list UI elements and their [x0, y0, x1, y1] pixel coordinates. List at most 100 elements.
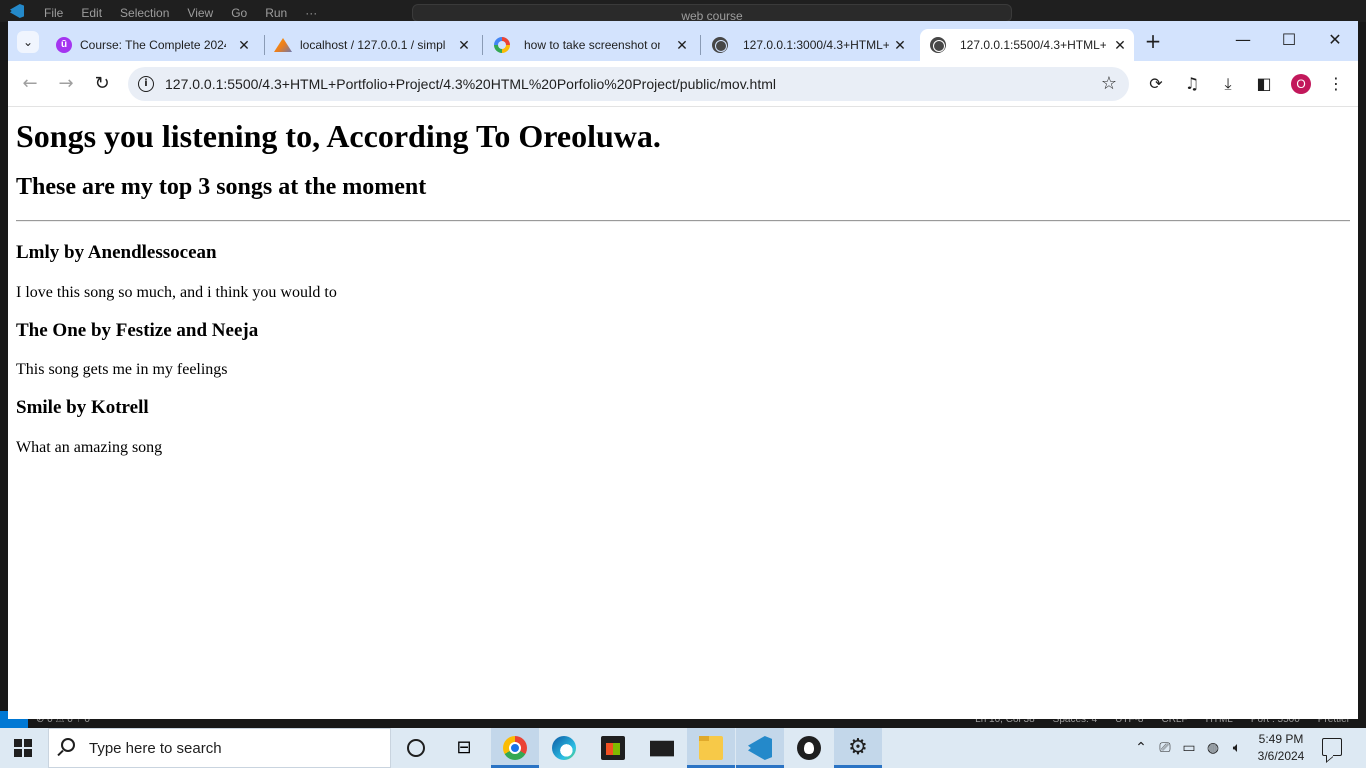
profile-avatar[interactable]: O	[1291, 74, 1311, 94]
tab-separator	[264, 35, 265, 55]
cortana-icon	[407, 739, 425, 757]
new-tab-button[interactable]: +	[1143, 31, 1163, 51]
url-text[interactable]: 127.0.0.1:5500/4.3+HTML+Portfolio+Projec…	[165, 76, 776, 92]
vscode-menu-edit[interactable]: Edit	[81, 6, 102, 20]
maximize-button[interactable]: ☐	[1275, 29, 1303, 51]
tab-localhost-3000[interactable]: 127.0.0.1:3000/4.3+HTML+F ✕	[702, 29, 914, 61]
chevron-down-icon: ⌄	[22, 35, 34, 49]
vscode-menu-run[interactable]: Run	[265, 6, 287, 20]
cortana-button[interactable]	[392, 728, 440, 768]
horizontal-rule	[16, 220, 1350, 222]
edge-icon	[552, 736, 576, 760]
close-icon[interactable]: ✕	[1112, 37, 1128, 53]
tab-search-button[interactable]: ⌄	[17, 31, 39, 53]
vscode-menu-more[interactable]: ···	[305, 6, 317, 20]
extension-button[interactable]: ⟳	[1144, 72, 1168, 96]
close-icon[interactable]: ✕	[456, 37, 472, 53]
device-icon: ⎚	[1159, 740, 1171, 756]
show-hidden-icons-button[interactable]: ⌃	[1129, 728, 1153, 768]
taskbar-chrome[interactable]	[491, 728, 539, 768]
battery-icon: ▭	[1182, 740, 1196, 756]
taskbar-edge[interactable]	[540, 728, 588, 768]
download-icon: ⤓	[1224, 74, 1232, 93]
taskbar-clock[interactable]: 5:49 PM 3/6/2024	[1252, 731, 1310, 765]
speaker-icon: 🔈︎	[1232, 740, 1242, 756]
song-title: Smile by Kotrell	[16, 397, 149, 418]
address-bar[interactable]: i 127.0.0.1:5500/4.3+HTML+Portfolio+Proj…	[128, 67, 1129, 101]
browser-toolbar: ← → ↻ i 127.0.0.1:5500/4.3+HTML+Portfoli…	[8, 61, 1358, 107]
tray-network-button[interactable]: ◍	[1201, 728, 1225, 768]
page-content: Songs you listening to, According To Ore…	[8, 108, 1358, 719]
tab-phpmyadmin[interactable]: localhost / 127.0.0.1 / simpl ✕	[266, 29, 478, 61]
close-icon[interactable]: ✕	[236, 37, 252, 53]
close-window-button[interactable]: ✕	[1321, 29, 1349, 51]
store-icon	[601, 736, 625, 760]
tab-separator	[700, 35, 701, 55]
song-title: Lmly by Anendlessocean	[16, 242, 217, 263]
globe-icon	[712, 37, 728, 53]
extension-icon: ⟳	[1149, 74, 1163, 93]
tray-device-button[interactable]: ⎚	[1153, 728, 1177, 768]
arrow-right-icon: →	[58, 73, 74, 94]
taskbar-search[interactable]: Type here to search	[48, 728, 391, 768]
profile-initial: O	[1296, 77, 1306, 91]
vscode-menu-file[interactable]: File	[44, 6, 63, 20]
tab-udemy-course[interactable]: ū Course: The Complete 2024 ✕	[48, 29, 258, 61]
clock-date: 3/6/2024	[1257, 749, 1305, 763]
phpmyadmin-icon	[274, 38, 292, 52]
taskbar-vscode[interactable]	[736, 728, 784, 768]
gear-icon: ⚙	[848, 735, 868, 760]
playlist-icon: ♫	[1184, 74, 1200, 93]
taskbar: Type here to search ⊟ ⚙ ⌃ ⎚ ▭ ◍ 🔈︎ 5:49 …	[0, 728, 1366, 768]
github-icon	[797, 736, 821, 760]
tray-battery-button[interactable]: ▭	[1177, 728, 1201, 768]
vscode-command-center[interactable]: web course	[412, 4, 1012, 23]
tray-volume-button[interactable]: 🔈︎	[1225, 728, 1249, 768]
folder-icon	[699, 736, 723, 760]
minimize-icon: —	[1235, 30, 1251, 49]
page-subheading: These are my top 3 songs at the moment	[16, 174, 427, 200]
back-button[interactable]: ←	[18, 72, 42, 96]
taskbar-store[interactable]	[589, 728, 637, 768]
tab-google-search[interactable]: how to take screenshot on v ✕	[484, 29, 696, 61]
minimize-button[interactable]: —	[1229, 29, 1257, 51]
mail-icon	[650, 740, 674, 757]
start-button[interactable]	[14, 739, 32, 757]
vscode-icon	[748, 736, 772, 760]
taskbar-settings[interactable]: ⚙	[834, 728, 882, 768]
vscode-activity-bar	[0, 22, 8, 718]
browser-window: ⌄ ū Course: The Complete 2024 ✕ localhos…	[8, 21, 1358, 719]
media-controls-button[interactable]: ♫	[1180, 72, 1204, 96]
taskbar-mail[interactable]	[638, 728, 686, 768]
song-description: What an amazing song	[16, 439, 163, 456]
chrome-icon	[503, 736, 527, 760]
vscode-menu-go[interactable]: Go	[231, 6, 247, 20]
taskbar-github-desktop[interactable]	[785, 728, 833, 768]
forward-button[interactable]: →	[54, 72, 78, 96]
site-info-icon[interactable]: i	[138, 76, 154, 92]
side-panel-button[interactable]: ◧	[1252, 72, 1276, 96]
tab-label: 127.0.0.1:5500/4.3+HTML+F	[960, 38, 1106, 52]
tab-strip: ⌄ ū Course: The Complete 2024 ✕ localhos…	[8, 21, 1358, 61]
udemy-icon: ū	[56, 37, 72, 53]
chrome-menu-button[interactable]: ⋮	[1324, 72, 1348, 96]
clock-time: 5:49 PM	[1258, 732, 1304, 746]
arrow-left-icon: ←	[22, 73, 38, 94]
vscode-right-edge	[1358, 22, 1366, 718]
notifications-button[interactable]	[1322, 738, 1342, 756]
reload-button[interactable]: ↻	[90, 72, 114, 96]
close-icon[interactable]: ✕	[892, 37, 908, 53]
google-icon	[494, 37, 510, 53]
globe-icon	[930, 37, 946, 53]
tab-localhost-5500[interactable]: 127.0.0.1:5500/4.3+HTML+F ✕	[920, 29, 1134, 61]
task-view-button[interactable]: ⊟	[440, 728, 488, 768]
tab-label: Course: The Complete 2024	[80, 38, 226, 52]
search-icon	[61, 738, 75, 752]
bookmark-star-icon[interactable]: ☆	[1101, 73, 1117, 94]
vscode-logo-icon	[10, 4, 24, 18]
downloads-button[interactable]: ⤓	[1216, 72, 1240, 96]
taskbar-file-explorer[interactable]	[687, 728, 735, 768]
vscode-menu-view[interactable]: View	[187, 6, 213, 20]
close-icon[interactable]: ✕	[674, 37, 690, 53]
vscode-menu-selection[interactable]: Selection	[120, 6, 169, 20]
